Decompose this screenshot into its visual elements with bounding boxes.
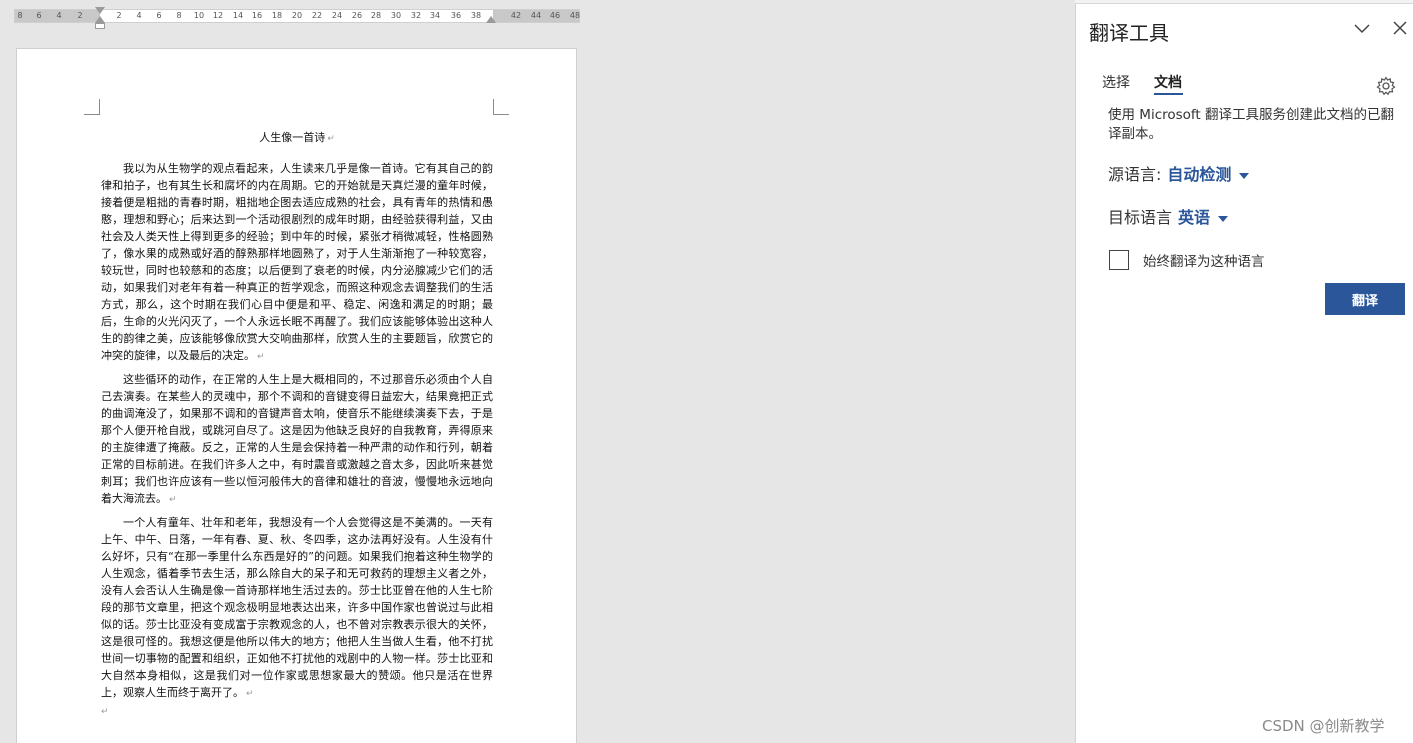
- ruler-tick: 8: [176, 11, 182, 20]
- paragraph-mark: ↵: [246, 689, 254, 699]
- left-indent-marker[interactable]: [95, 23, 105, 29]
- document-title[interactable]: 人生像一首诗 ↵: [101, 129, 493, 148]
- crop-mark-top-left: [84, 99, 100, 115]
- ruler-tick: 4: [136, 11, 142, 20]
- active-tab-indicator: [1154, 93, 1183, 95]
- ruler-tick: 42: [510, 11, 522, 20]
- ruler-tick: 16: [251, 11, 263, 20]
- ruler-tick: 22: [311, 11, 323, 20]
- document-title-text: 人生像一首诗: [259, 131, 326, 144]
- translator-pane: 翻译工具 选择 文档 使用 Microsoft 翻译工具服务创建此文档的已翻译副…: [1075, 4, 1413, 743]
- paragraph-mark: ↵: [169, 495, 177, 505]
- close-icon[interactable]: [1390, 18, 1410, 38]
- ruler-tick: 48: [569, 11, 581, 20]
- source-language-value: 自动检测: [1167, 165, 1232, 184]
- ruler-tick: 14: [232, 11, 244, 20]
- ruler-tick: 8: [17, 11, 23, 20]
- caret-down-icon: [1218, 215, 1229, 222]
- paragraph-mark: ↵: [257, 352, 265, 362]
- ruler-tick: 12: [212, 11, 224, 20]
- ruler-tick: 24: [331, 11, 343, 20]
- ruler-tick: 20: [291, 11, 303, 20]
- target-language-row: 目标语言 英语: [1108, 204, 1229, 228]
- horizontal-ruler[interactable]: 8 6 4 2 2 4 6 8 10 12 14 16 18 20 22 24 26 28 30 32 34 36 38 42…: [14, 7, 581, 29]
- ruler-tick: 30: [390, 11, 402, 20]
- paragraph-text: 这些循环的动作，在正常的人生上是大概相同的，不过那音乐必须由个人自己去演奏。在某…: [101, 373, 493, 505]
- ruler-tick: 10: [193, 11, 205, 20]
- source-language-label: 源语言:: [1108, 165, 1162, 184]
- ruler-tick: 18: [271, 11, 283, 20]
- paragraph-mark: ↵: [327, 134, 335, 144]
- paragraph[interactable]: 一个人有童年、壮年和老年，我想没有一个人会觉得这是不美满的。一天有上午、中午、日…: [101, 514, 493, 703]
- pane-title: 翻译工具: [1089, 21, 1169, 45]
- paragraph-text: 我以为从生物学的观点看起来，人生读来几乎是像一首诗。它有其自己的韵律和拍子，也有…: [101, 162, 493, 362]
- document-page[interactable]: 人生像一首诗 ↵ 我以为从生物学的观点看起来，人生读来几乎是像一首诗。它有其自己的…: [16, 48, 577, 743]
- translate-button[interactable]: 翻译: [1325, 283, 1405, 315]
- chevron-down-icon[interactable]: [1352, 18, 1372, 38]
- ruler-tick: 32: [410, 11, 422, 20]
- always-translate-label[interactable]: 始终翻译为这种语言: [1143, 250, 1265, 270]
- watermark: CSDN @创新教学: [1262, 717, 1385, 735]
- tab-selection[interactable]: 选择: [1102, 72, 1130, 92]
- ruler-tick: 38: [470, 11, 482, 20]
- gear-icon[interactable]: [1376, 76, 1396, 96]
- crop-mark-top-right: [493, 99, 509, 115]
- ruler-tick: 46: [549, 11, 561, 20]
- tab-document[interactable]: 文档: [1154, 72, 1182, 92]
- ruler-tick: 2: [116, 11, 122, 20]
- ruler-tick: 36: [450, 11, 462, 20]
- pane-description: 使用 Microsoft 翻译工具服务创建此文档的已翻译副本。: [1108, 107, 1395, 142]
- ruler-tick: 28: [370, 11, 382, 20]
- caret-down-icon: [1239, 172, 1250, 179]
- target-language-value: 英语: [1178, 208, 1211, 227]
- ruler-tick: 6: [156, 11, 162, 20]
- empty-paragraph-mark[interactable]: ↵: [101, 707, 109, 717]
- paragraph[interactable]: 这些循环的动作，在正常的人生上是大概相同的，不过那音乐必须由个人自己去演奏。在某…: [101, 371, 493, 509]
- target-language-dropdown[interactable]: 英语: [1178, 208, 1229, 227]
- target-language-label: 目标语言: [1108, 208, 1173, 227]
- ruler-tick: 2: [77, 11, 83, 20]
- paragraph[interactable]: 我以为从生物学的观点看起来，人生读来几乎是像一首诗。它有其自己的韵律和拍子，也有…: [101, 160, 493, 366]
- source-language-row: 源语言: 自动检测: [1108, 161, 1250, 185]
- ruler-tick: 34: [429, 11, 441, 20]
- hanging-indent-marker[interactable]: [95, 16, 105, 23]
- first-line-indent-marker[interactable]: [95, 7, 105, 14]
- paragraph-text: 一个人有童年、壮年和老年，我想没有一个人会觉得这是不美满的。一天有上午、中午、日…: [101, 516, 493, 699]
- ruler-tick: 4: [56, 11, 62, 20]
- ruler-tick: 6: [36, 11, 42, 20]
- source-language-dropdown[interactable]: 自动检测: [1167, 165, 1250, 184]
- ruler-tick: 44: [530, 11, 542, 20]
- right-indent-marker[interactable]: [486, 16, 496, 23]
- always-translate-checkbox[interactable]: [1109, 250, 1129, 270]
- document-area[interactable]: 8 6 4 2 2 4 6 8 10 12 14 16 18 20 22 24 26 28 30 32 34 36 38 42…: [0, 0, 1075, 743]
- ruler-tick: 26: [351, 11, 363, 20]
